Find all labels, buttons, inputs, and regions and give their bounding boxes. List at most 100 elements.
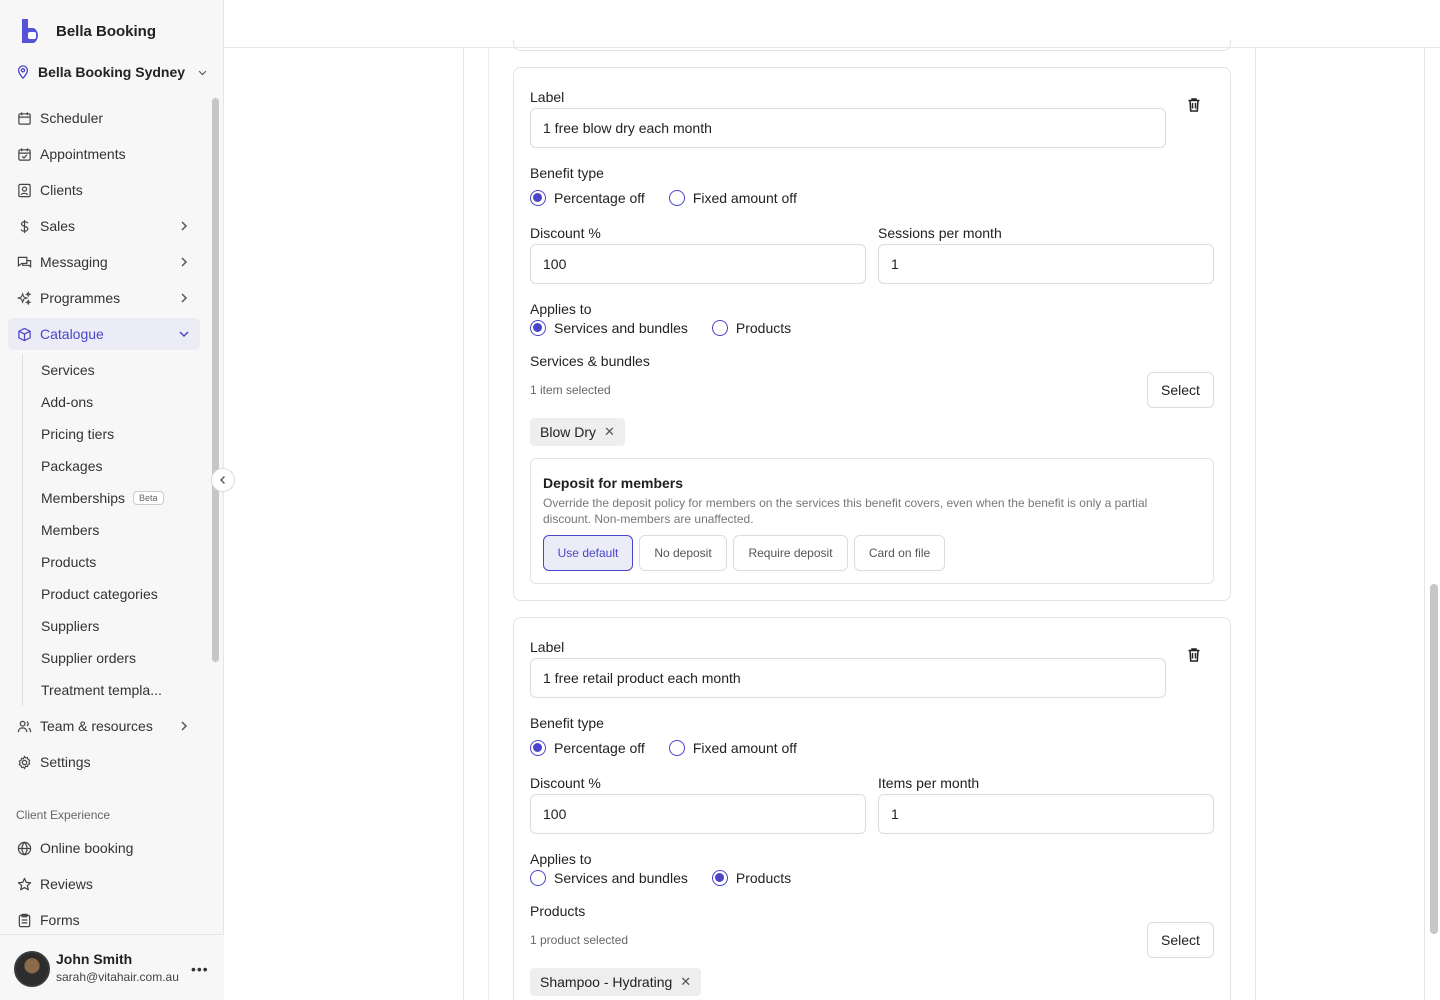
benefit-type-radios: Percentage off Fixed amount off [530,190,821,206]
selection-count: 1 item selected [530,383,611,397]
sidebar-scrollbar[interactable] [212,98,219,662]
discount-input[interactable]: 100 [530,244,866,284]
label-input[interactable]: 1 free retail product each month [530,658,1166,698]
subnav-packages[interactable]: Packages [41,450,200,482]
nav-team-resources[interactable]: Team & resources [8,710,200,742]
subnav-services[interactable]: Services [41,354,200,386]
nav-label: Catalogue [40,326,104,342]
location-switcher[interactable]: Bella Booking Sydney [16,64,208,80]
nav-clients[interactable]: Clients [8,174,200,206]
radio-indicator [530,190,546,206]
remove-chip-icon[interactable]: ✕ [680,974,691,990]
subnav-products[interactable]: Products [41,546,200,578]
subnav-label: Suppliers [41,618,100,634]
main-scrollbar[interactable] [1430,584,1438,934]
sidebar: Bella Booking Bella Booking Sydney Sched… [0,0,224,1000]
nav-settings[interactable]: Settings [8,746,200,778]
user-email: sarah@vitahair.com.au [56,970,179,984]
more-options-icon[interactable]: ••• [191,961,209,977]
subnav-memberships[interactable]: Memberships Beta [41,482,200,514]
radio-label: Percentage off [554,740,645,756]
deposit-option-use-default[interactable]: Use default [543,535,633,571]
subnav-label: Product categories [41,586,158,602]
nav-reviews[interactable]: Reviews [8,868,200,900]
deposit-option-require-deposit[interactable]: Require deposit [733,535,848,571]
discount-input[interactable]: 100 [530,794,866,834]
bella-logo-icon [22,19,39,43]
nav-label: Team & resources [40,718,153,734]
nav-forms[interactable]: Forms [8,904,200,936]
radio-fixed-amount-off[interactable]: Fixed amount off [668,190,797,206]
radio-services-and-bundles[interactable]: Services and bundles [530,320,688,336]
subnav-pricing-tiers[interactable]: Pricing tiers [41,418,200,450]
deposit-title: Deposit for members [543,475,684,491]
radio-services-and-bundles[interactable]: Services and bundles [530,870,688,886]
deposit-option-no-deposit[interactable]: No deposit [639,535,727,571]
select-button[interactable]: Select [1147,372,1214,408]
brand[interactable]: Bella Booking [20,18,156,44]
radio-products[interactable]: Products [711,320,791,336]
radio-fixed-amount-off[interactable]: Fixed amount off [668,740,797,756]
quantity-input[interactable]: 1 [878,794,1214,834]
label-input[interactable]: 1 free blow dry each month [530,108,1166,148]
content-inner-rule [488,48,489,1000]
star-icon [16,876,32,892]
subnav-suppliers[interactable]: Suppliers [41,610,200,642]
contact-icon [16,182,32,198]
chevron-down-icon [198,70,207,75]
chevron-down-icon [179,331,189,338]
quantity-input[interactable]: 1 [878,244,1214,284]
section-label: Client Experience [16,808,111,822]
dollar-icon [16,218,32,234]
subnav-label: Services [41,362,95,378]
app-name: Bella Booking [56,22,157,40]
nav-label: Reviews [40,876,93,892]
select-button[interactable]: Select [1147,922,1214,958]
map-pin-icon [17,65,29,79]
subnav-members[interactable]: Members [41,514,200,546]
applies-to-title: Applies to [530,301,592,317]
calendar-check-icon [16,146,32,162]
subnav-supplier-orders[interactable]: Supplier orders [41,642,200,674]
remove-chip-icon[interactable]: ✕ [604,424,615,440]
trash-icon[interactable] [1186,647,1202,663]
nav-programmes[interactable]: Programmes [8,282,200,314]
selected-chip: Blow Dry ✕ [530,418,625,446]
subnav-add-ons[interactable]: Add-ons [41,386,200,418]
radio-label: Products [735,870,792,886]
radio-indicator [530,870,546,886]
beta-badge: Beta [133,491,164,505]
applies-to-title: Applies to [530,851,592,867]
nav-catalogue[interactable]: Catalogue [8,318,200,350]
nav-sales[interactable]: Sales [8,210,200,242]
benefit-card: Label 1 free blow dry each month Benefit… [513,67,1231,601]
subnav-label: Supplier orders [41,650,136,666]
trash-icon[interactable] [1186,97,1202,113]
nav-online-booking[interactable]: Online booking [8,832,200,864]
radio-label: Percentage off [554,190,645,206]
user-panel[interactable]: John Smith sarah@vitahair.com.au ••• [0,934,224,1000]
radio-products[interactable]: Products [711,870,792,886]
deposit-option-card-on-file[interactable]: Card on file [854,535,945,571]
selection-title: Products [530,903,586,919]
nav-appointments[interactable]: Appointments [8,138,200,170]
discount-title: Discount % [530,225,601,241]
chevron-right-icon [181,293,188,303]
quantity-title: Items per month [878,775,980,791]
subnav-label: Products [41,554,97,570]
radio-percentage-off[interactable]: Percentage off [530,740,645,756]
radio-percentage-off[interactable]: Percentage off [530,190,645,206]
catalogue-subnav: Services Add-ons Pricing tiers Packages … [22,354,200,706]
chip-label: Blow Dry [540,424,597,440]
nav-messaging[interactable]: Messaging [8,246,200,278]
collapse-sidebar-button[interactable] [211,468,235,492]
subnav-product-categories[interactable]: Product categories [41,578,200,610]
subnav-treatment-templates[interactable]: Treatment templa... [41,674,200,706]
quantity-title: Sessions per month [878,225,1002,241]
avatar [14,951,50,987]
radio-indicator [530,740,546,756]
label-title: Label [530,89,565,105]
benefit-type-title: Benefit type [530,715,604,731]
nav-scheduler[interactable]: Scheduler [8,102,200,134]
radio-indicator [668,190,685,206]
